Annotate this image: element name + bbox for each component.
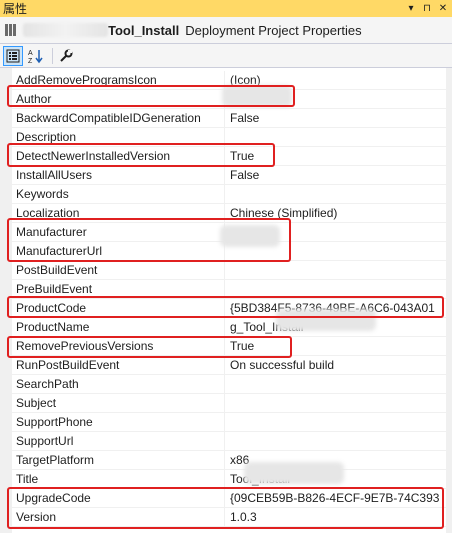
object-selector[interactable]: Tool_Install Deployment Project Properti…	[0, 17, 452, 44]
property-value[interactable]	[225, 261, 446, 279]
property-value[interactable]	[225, 280, 446, 298]
property-row[interactable]: RunPostBuildEvent On successful build	[12, 356, 446, 375]
property-value[interactable]: On successful build	[225, 356, 446, 374]
properties-title-bar[interactable]: 属性 ▾ ⊓ ✕	[0, 0, 452, 17]
property-row[interactable]: SupportPhone	[12, 413, 446, 432]
property-row[interactable]: TargetPlatform x86	[12, 451, 446, 470]
property-value[interactable]: Chinese (Simplified)	[225, 204, 446, 222]
property-name: Author	[12, 90, 225, 108]
property-row[interactable]: TitleTool_Install	[12, 470, 446, 489]
categorized-button[interactable]	[3, 45, 23, 66]
property-name: InstallAllUsers	[12, 166, 225, 184]
grid-scrollbar[interactable]	[446, 68, 452, 533]
property-name: Manufacturer	[12, 223, 225, 241]
property-row[interactable]: ProductName g_Tool_Install	[12, 318, 446, 337]
close-icon[interactable]: ✕	[436, 2, 450, 16]
property-name: AddRemoveProgramsIcon	[12, 71, 225, 89]
dropdown-icon[interactable]: ▾	[404, 2, 418, 16]
property-name: ManufacturerUrl	[12, 242, 225, 260]
property-row[interactable]: PostBuildEvent	[12, 261, 446, 280]
property-name: RemovePreviousVersions	[12, 337, 225, 355]
property-name: SupportUrl	[12, 432, 225, 450]
redaction-blur	[276, 309, 376, 331]
redacted-name-prefix	[23, 23, 108, 37]
property-pages-button[interactable]	[56, 46, 76, 66]
property-value[interactable]	[225, 413, 446, 431]
window-title: 属性	[3, 2, 28, 16]
toolbar-separator	[52, 47, 53, 64]
property-name: PreBuildEvent	[12, 280, 225, 298]
property-row[interactable]: Keywords	[12, 185, 446, 204]
property-name: Keywords	[12, 185, 225, 203]
property-value[interactable]: 1.0.3	[225, 508, 446, 526]
property-value[interactable]	[225, 185, 446, 203]
property-value[interactable]: False	[225, 166, 446, 184]
property-name: Version	[12, 508, 225, 526]
property-name: SupportPhone	[12, 413, 225, 431]
property-row[interactable]: ProductCode {5BD384F5-8736-49BE-A6C6-043A…	[12, 299, 446, 318]
property-name: PostBuildEvent	[12, 261, 225, 279]
property-name: RunPostBuildEvent	[12, 356, 225, 374]
redaction-blur	[220, 225, 280, 247]
property-value[interactable]: False	[225, 109, 446, 127]
svg-text:A: A	[28, 50, 33, 57]
property-name: Description	[12, 128, 225, 146]
categorized-icon	[6, 49, 20, 62]
alphabetical-icon: A Z	[28, 49, 43, 64]
pin-icon[interactable]: ⊓	[420, 2, 434, 16]
property-row[interactable]: Version 1.0.3	[12, 508, 446, 527]
property-name: Subject	[12, 394, 225, 412]
redaction-blur	[222, 85, 292, 107]
property-row[interactable]: BackwardCompatibleIDGeneration False	[12, 109, 446, 128]
property-value[interactable]	[225, 128, 446, 146]
property-name: BackwardCompatibleIDGeneration	[12, 109, 225, 127]
property-value[interactable]: {09CEB59B-B826-4ECF-9E7B-74C393	[225, 489, 446, 507]
property-name: SearchPath	[12, 375, 225, 393]
property-name: Localization	[12, 204, 225, 222]
property-row[interactable]: Localization Chinese (Simplified)	[12, 204, 446, 223]
property-name: ProductCode	[12, 299, 225, 317]
property-row[interactable]: UpgradeCode {09CEB59B-B826-4ECF-9E7B-74C3…	[12, 489, 446, 508]
property-name: UpgradeCode	[12, 489, 225, 507]
property-name: ProductName	[12, 318, 225, 336]
object-type: Deployment Project Properties	[185, 22, 362, 38]
property-row[interactable]: RemovePreviousVersions True	[12, 337, 446, 356]
property-value[interactable]	[225, 432, 446, 450]
object-icon	[5, 24, 21, 36]
property-value[interactable]	[225, 394, 446, 412]
property-value[interactable]: True	[225, 147, 446, 165]
property-name: DetectNewerInstalledVersion	[12, 147, 225, 165]
alphabetical-button[interactable]: A Z	[26, 46, 46, 66]
property-row[interactable]: SearchPath	[12, 375, 446, 394]
property-row[interactable]: Description	[12, 128, 446, 147]
grid-gutter	[0, 68, 12, 533]
svg-text:Z: Z	[28, 58, 33, 64]
property-grid: AddRemoveProgramsIcon (Icon) Author Backwar…	[0, 68, 452, 533]
property-row[interactable]: PreBuildEvent	[12, 280, 446, 299]
object-name: Tool_Install	[108, 22, 180, 38]
property-name: TargetPlatform	[12, 451, 225, 469]
property-name: Title	[12, 470, 225, 488]
property-row[interactable]: Subject	[12, 394, 446, 413]
property-row[interactable]: InstallAllUsers False	[12, 166, 446, 185]
property-value[interactable]	[225, 375, 446, 393]
redaction-blur	[244, 462, 344, 484]
properties-toolbar: A Z	[0, 44, 452, 68]
wrench-icon	[60, 49, 73, 62]
property-row[interactable]: DetectNewerInstalledVersion True	[12, 147, 446, 166]
property-value[interactable]: True	[225, 337, 446, 355]
property-row[interactable]: SupportUrl	[12, 432, 446, 451]
